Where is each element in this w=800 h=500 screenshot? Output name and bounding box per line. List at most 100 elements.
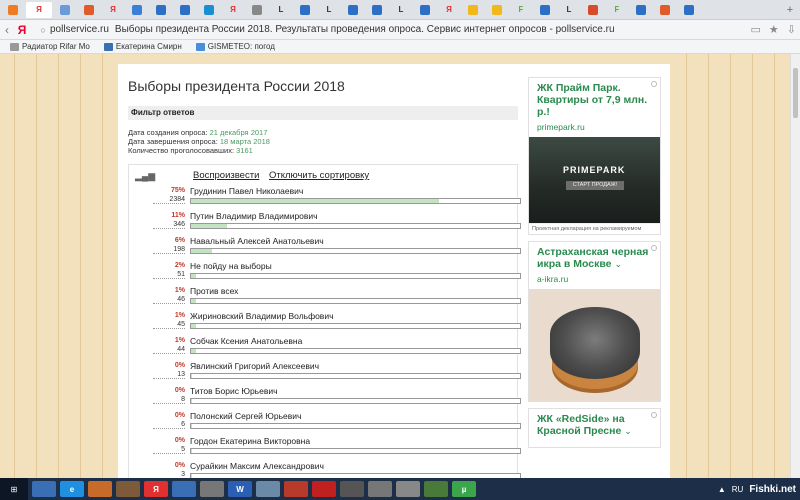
result-bar-fill [191, 199, 440, 203]
result-count[interactable]: 46 [153, 296, 185, 304]
result-bar [190, 298, 521, 304]
browser-tab[interactable] [414, 2, 436, 18]
browser-tab[interactable] [678, 2, 700, 18]
ad-image[interactable] [529, 289, 660, 401]
browser-tab[interactable] [126, 2, 148, 18]
taskbar-app-icon[interactable] [172, 481, 196, 497]
poll-panel: Выборы президента России 2018 Фильтр отв… [128, 64, 521, 478]
taskbar-app-icon[interactable]: W [228, 481, 252, 497]
browser-tab[interactable]: L [318, 2, 340, 18]
tray-arrow-icon[interactable]: ▲ [718, 485, 726, 494]
browser-tab[interactable] [246, 2, 268, 18]
browser-tab[interactable] [78, 2, 100, 18]
tab-favicon-icon [588, 4, 598, 15]
browser-tab[interactable] [342, 2, 364, 18]
browser-tab[interactable] [198, 2, 220, 18]
result-count[interactable]: 51 [153, 271, 185, 279]
page-scrollbar[interactable] [790, 54, 800, 478]
browser-tab[interactable] [630, 2, 652, 18]
new-tab-button[interactable]: + [782, 4, 798, 16]
result-count[interactable]: 346 [153, 221, 185, 229]
filter-answers-toggle[interactable]: Фильтр ответов [128, 106, 518, 120]
browser-tab[interactable]: L [558, 2, 580, 18]
result-count[interactable]: 2384 [153, 196, 185, 204]
ad-image[interactable]: PRIMEPARK СТАРТ ПРОДАЖ! [529, 137, 660, 223]
taskbar-app-icon[interactable] [424, 481, 448, 497]
result-count[interactable]: 5 [153, 446, 185, 454]
taskbar-app-icon[interactable]: e [60, 481, 84, 497]
ad-info-icon[interactable] [651, 81, 657, 87]
bookmark-rifar[interactable]: Радиатор Rifar Mo [10, 42, 90, 51]
browser-tab[interactable] [150, 2, 172, 18]
taskbar-app-icon[interactable] [116, 481, 140, 497]
play-link[interactable]: Воспроизвести [193, 170, 259, 181]
result-count[interactable]: 198 [153, 246, 185, 254]
browser-tab[interactable] [54, 2, 76, 18]
yandex-logo-icon[interactable]: Я [14, 23, 30, 37]
browser-tab[interactable]: Я [222, 2, 244, 18]
ad-info-icon[interactable] [651, 412, 657, 418]
bookmark-ekaterina[interactable]: Екатерина Смирн [103, 42, 182, 51]
browser-tab[interactable] [366, 2, 388, 18]
taskbar-app-icon[interactable]: µ [452, 481, 476, 497]
ad-redside[interactable]: ЖК «RedSide» на Красной Пресне ⌄ [528, 408, 661, 448]
browser-tab[interactable] [654, 2, 676, 18]
back-icon[interactable]: ‹ [0, 23, 14, 37]
browser-tab[interactable] [2, 2, 24, 18]
taskbar-app-icon[interactable] [396, 481, 420, 497]
browser-tab[interactable]: Я [438, 2, 460, 18]
browser-tab[interactable] [534, 2, 556, 18]
result-count[interactable]: 45 [153, 321, 185, 329]
browser-tab[interactable]: F [606, 2, 628, 18]
result-bar [190, 323, 521, 329]
ad-info-icon[interactable] [651, 245, 657, 251]
ad-title[interactable]: ЖК Прайм Парк. Квартиры от 7,9 млн. р.! [529, 78, 660, 118]
ad-title[interactable]: ЖК «RedSide» на Красной Пресне ⌄ [529, 409, 660, 437]
tab-favicon-icon [84, 4, 94, 15]
scrollbar-thumb[interactable] [793, 68, 798, 118]
tab-favicon-icon: Я [36, 5, 42, 14]
browser-tab[interactable] [486, 2, 508, 18]
ad-domain[interactable]: primepark.ru [529, 118, 660, 137]
start-button-icon[interactable]: ⊞ [0, 478, 28, 500]
taskbar-app-icon[interactable] [200, 481, 224, 497]
taskbar-app-icon[interactable] [340, 481, 364, 497]
browser-tab[interactable]: Я [102, 2, 124, 18]
ad-primepark[interactable]: ЖК Прайм Парк. Квартиры от 7,9 млн. р.! … [528, 77, 661, 235]
bookmark-favicon-icon [195, 42, 205, 51]
result-count[interactable]: 3 [153, 471, 185, 478]
browser-tab[interactable] [462, 2, 484, 18]
browser-tab[interactable]: F [510, 2, 532, 18]
browser-tab[interactable]: Я [26, 1, 52, 18]
browser-tab[interactable] [294, 2, 316, 18]
taskbar-app-icon[interactable] [368, 481, 392, 497]
disable-sort-link[interactable]: Отключить сортировку [269, 170, 369, 181]
ad-domain[interactable]: a-ikra.ru [529, 270, 660, 289]
taskbar-app-icon[interactable]: Я [144, 481, 168, 497]
system-tray: ▲ RU Fishki.net [712, 484, 800, 495]
ad-start-sales-button[interactable]: СТАРТ ПРОДАЖ! [566, 181, 624, 190]
bookmark-gismeteo[interactable]: GISMETEO: погод [195, 42, 275, 51]
url-field[interactable]: ○ pollservice.ru Выборы президента Росси… [36, 22, 743, 38]
language-indicator[interactable]: RU [732, 485, 744, 494]
result-count[interactable]: 44 [153, 346, 185, 354]
download-icon[interactable]: ⇩ [787, 23, 796, 36]
result-count[interactable]: 13 [153, 371, 185, 379]
reader-icon[interactable]: ▭ [751, 23, 761, 36]
ad-caviar[interactable]: Астраханская черная икра в Москве ⌄ a-ik… [528, 241, 661, 402]
browser-tab[interactable] [174, 2, 196, 18]
poll-meta: Дата создания опроса: 21 декабря 2017 Да… [128, 128, 518, 155]
bookmark-star-icon[interactable]: ★ [769, 23, 779, 36]
taskbar-app-icon[interactable] [256, 481, 280, 497]
browser-tab[interactable]: L [390, 2, 412, 18]
ad-title[interactable]: Астраханская черная икра в Москве ⌄ [529, 242, 660, 270]
tab-favicon-icon: F [518, 5, 524, 14]
taskbar-app-icon[interactable] [284, 481, 308, 497]
taskbar-app-icon[interactable] [32, 481, 56, 497]
taskbar-app-icon[interactable] [312, 481, 336, 497]
result-count[interactable]: 8 [153, 396, 185, 404]
result-count[interactable]: 6 [153, 421, 185, 429]
browser-tab[interactable] [582, 2, 604, 18]
browser-tab[interactable]: L [270, 2, 292, 18]
taskbar-app-icon[interactable] [88, 481, 112, 497]
